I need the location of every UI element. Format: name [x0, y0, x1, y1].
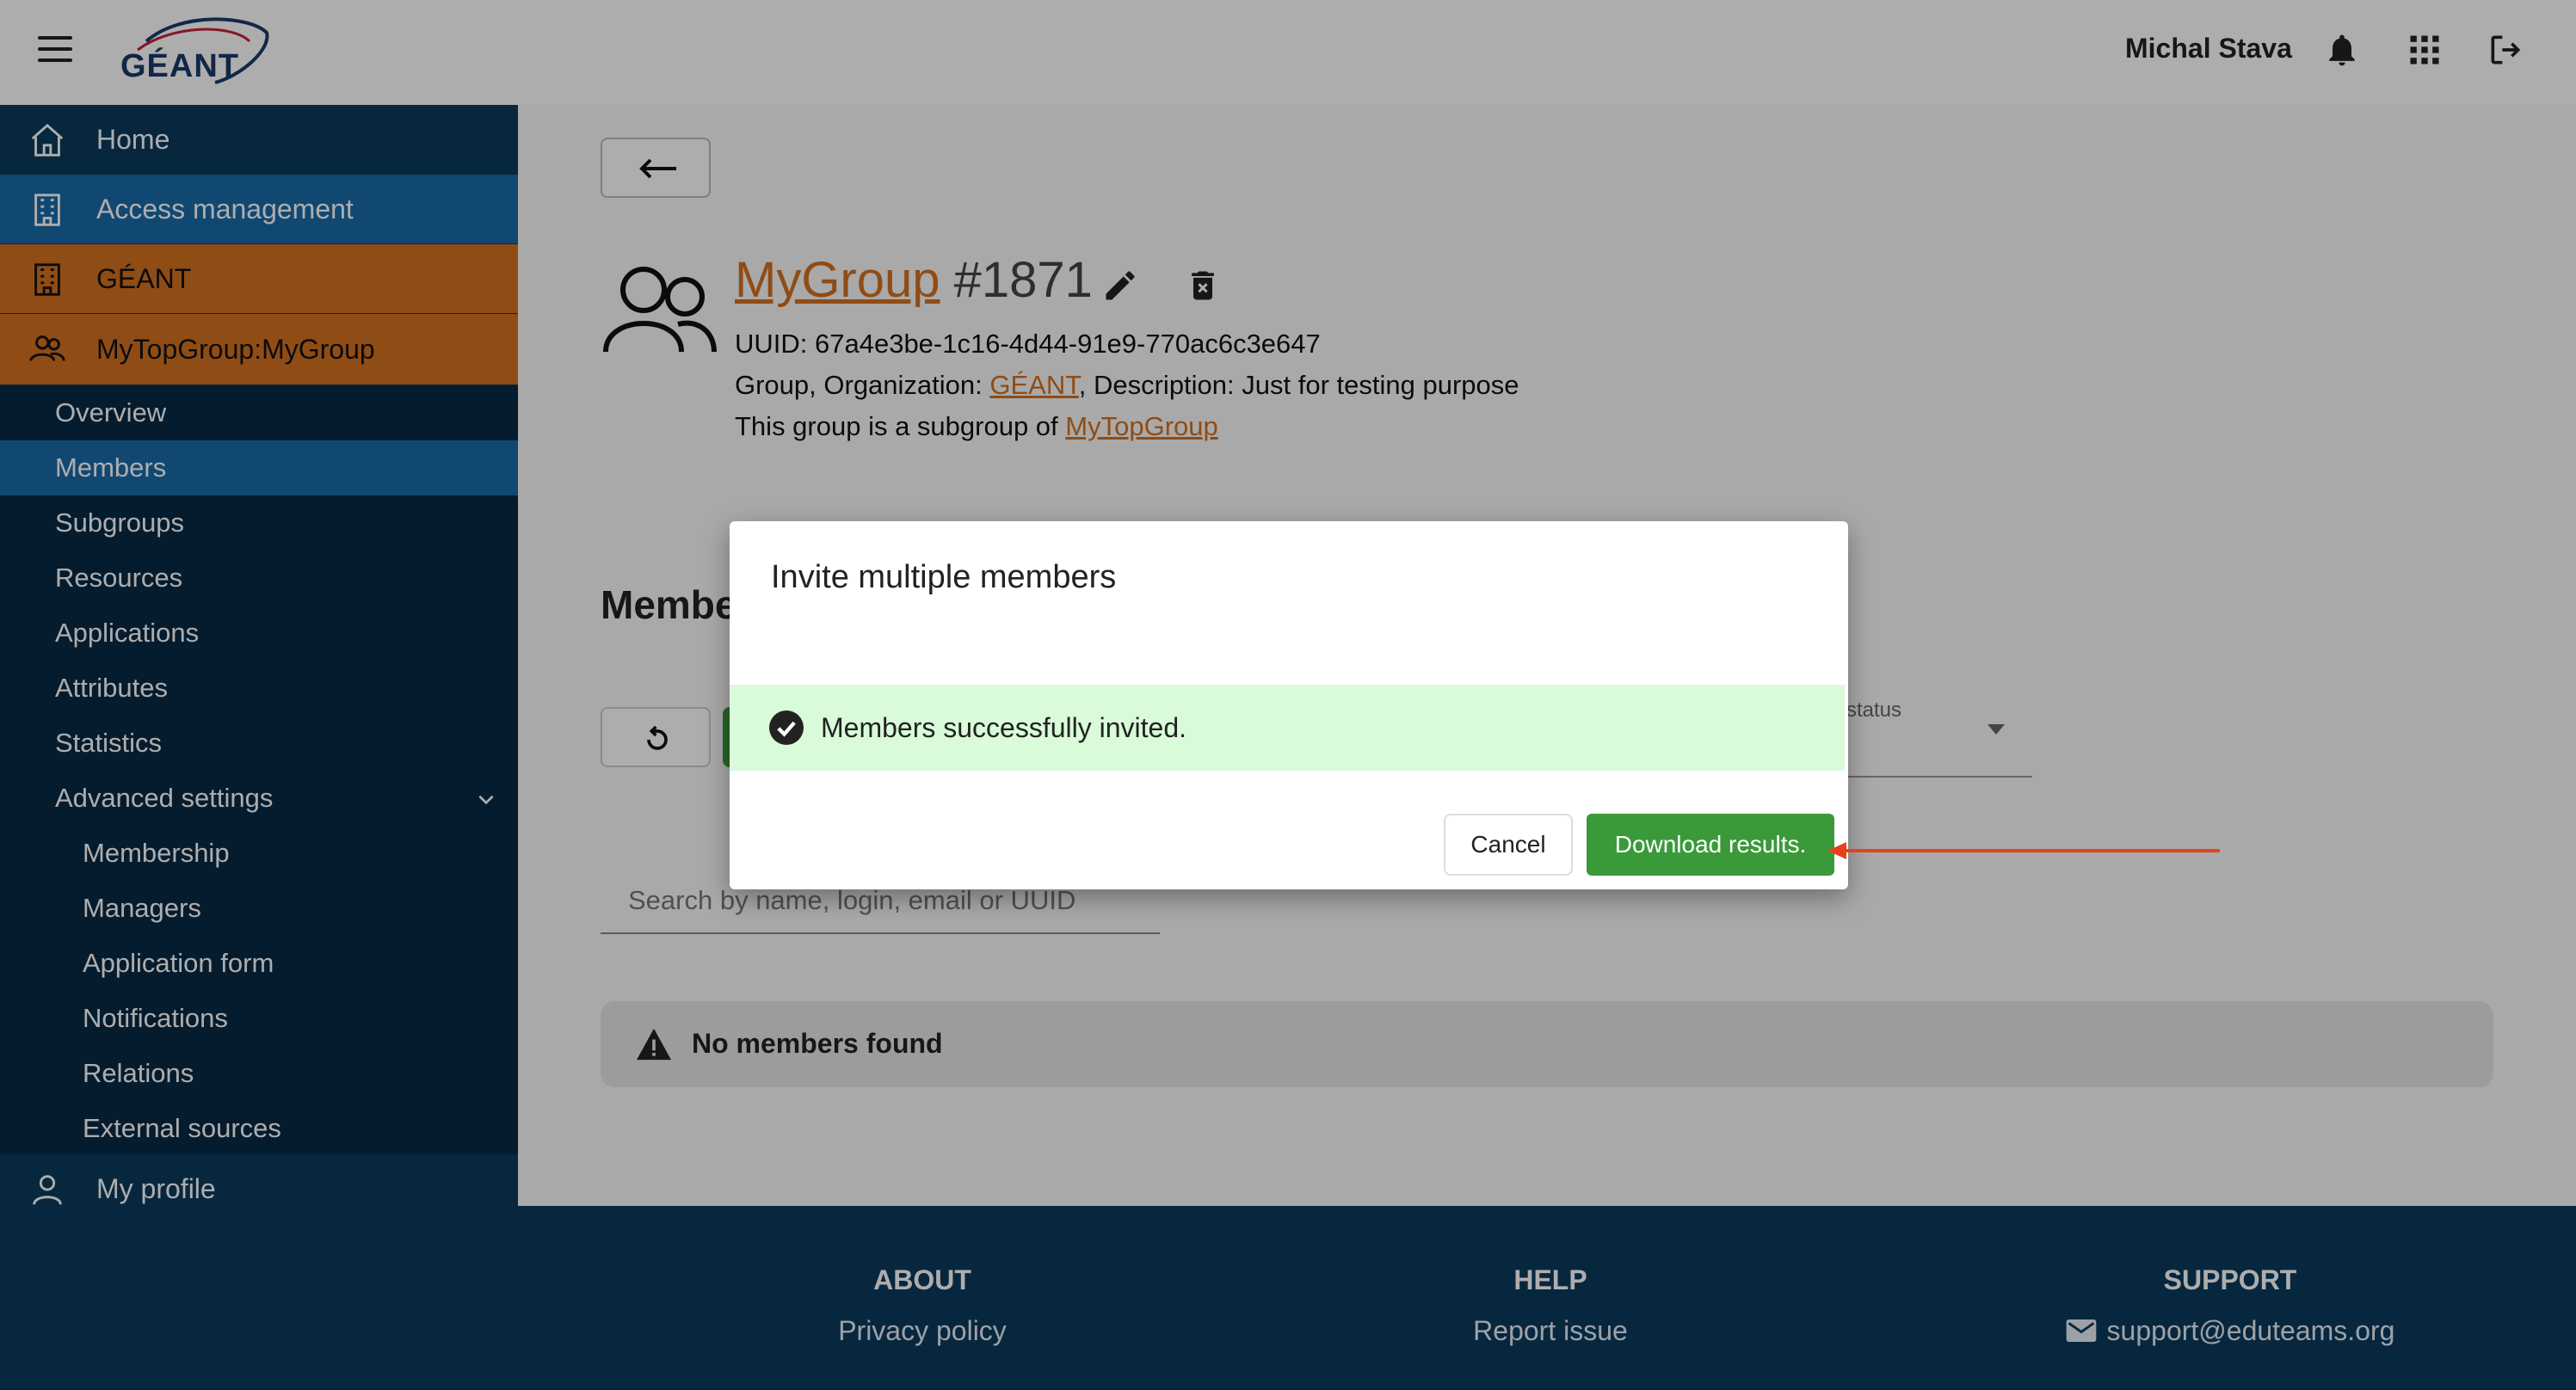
success-alert: Members successfully invited. — [730, 685, 1845, 771]
cancel-button[interactable]: Cancel — [1444, 814, 1573, 876]
annotation-arrow-icon — [1827, 842, 2220, 859]
dialog-title: Invite multiple members — [771, 559, 1117, 595]
download-results-button[interactable]: Download results. — [1587, 814, 1834, 876]
check-circle-icon — [769, 710, 804, 745]
success-message: Members successfully invited. — [821, 712, 1187, 743]
invite-dialog: Invite multiple members Members successf… — [730, 521, 1848, 889]
